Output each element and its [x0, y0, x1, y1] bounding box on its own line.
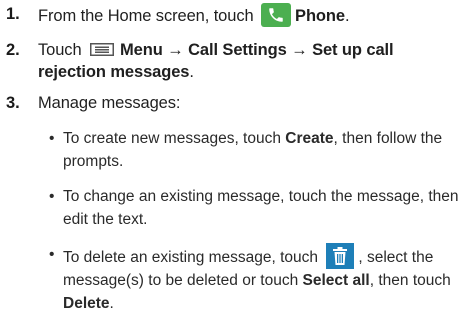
phone-icon	[261, 3, 292, 27]
list-item: • To delete an existing message, touch ,…	[49, 243, 462, 329]
step-text: Touch	[38, 41, 82, 59]
list-item: • To change an existing message, touch t…	[49, 185, 462, 231]
step-punct: .	[189, 63, 194, 81]
menu-icon	[90, 43, 115, 56]
step-number: 3.	[6, 94, 20, 112]
bullet-text-part: To delete an existing message, touch	[63, 249, 319, 266]
bullet-dot: •	[49, 130, 55, 147]
step-punct: .	[344, 7, 350, 25]
select-all-label: Select all	[302, 272, 370, 289]
step-body: Manage messages:	[38, 94, 181, 112]
trash-icon	[326, 243, 355, 269]
bullet-text-part: .	[109, 295, 114, 312]
phone-label: Phone	[295, 7, 345, 25]
list-item: • To create new messages, touch Create, …	[49, 127, 462, 173]
step-number: 2.	[6, 41, 20, 59]
bullet-text: To create new messages, touch Create, th…	[63, 127, 462, 173]
create-label: Create	[285, 130, 334, 147]
step-1: 1. From the Home screen, touch Phone.	[6, 3, 464, 29]
bullet-text-part: To create new messages, touch	[63, 130, 281, 147]
bullet-text: To delete an existing message, touch , s…	[63, 243, 462, 315]
step-2: 2. Touch Menu → Call Settings → Set up c…	[6, 39, 464, 85]
delete-label: Delete	[63, 295, 110, 312]
bullet-dot: •	[49, 188, 55, 205]
step-body: From the Home screen, touch Phone.	[38, 3, 464, 27]
step-body: Touch Menu → Call Settings → Set up call…	[38, 39, 464, 83]
bullet-dot: •	[49, 246, 55, 263]
instruction-document: 1. From the Home screen, touch Phone. 2.…	[0, 0, 472, 331]
step-3: 3. Manage messages:	[6, 92, 464, 118]
bullet-text-part: , then touch	[369, 272, 451, 289]
step-number: 1.	[6, 5, 20, 23]
bullet-text: To change an existing message, touch the…	[63, 188, 459, 228]
step-text: From the Home screen, touch	[38, 7, 254, 25]
